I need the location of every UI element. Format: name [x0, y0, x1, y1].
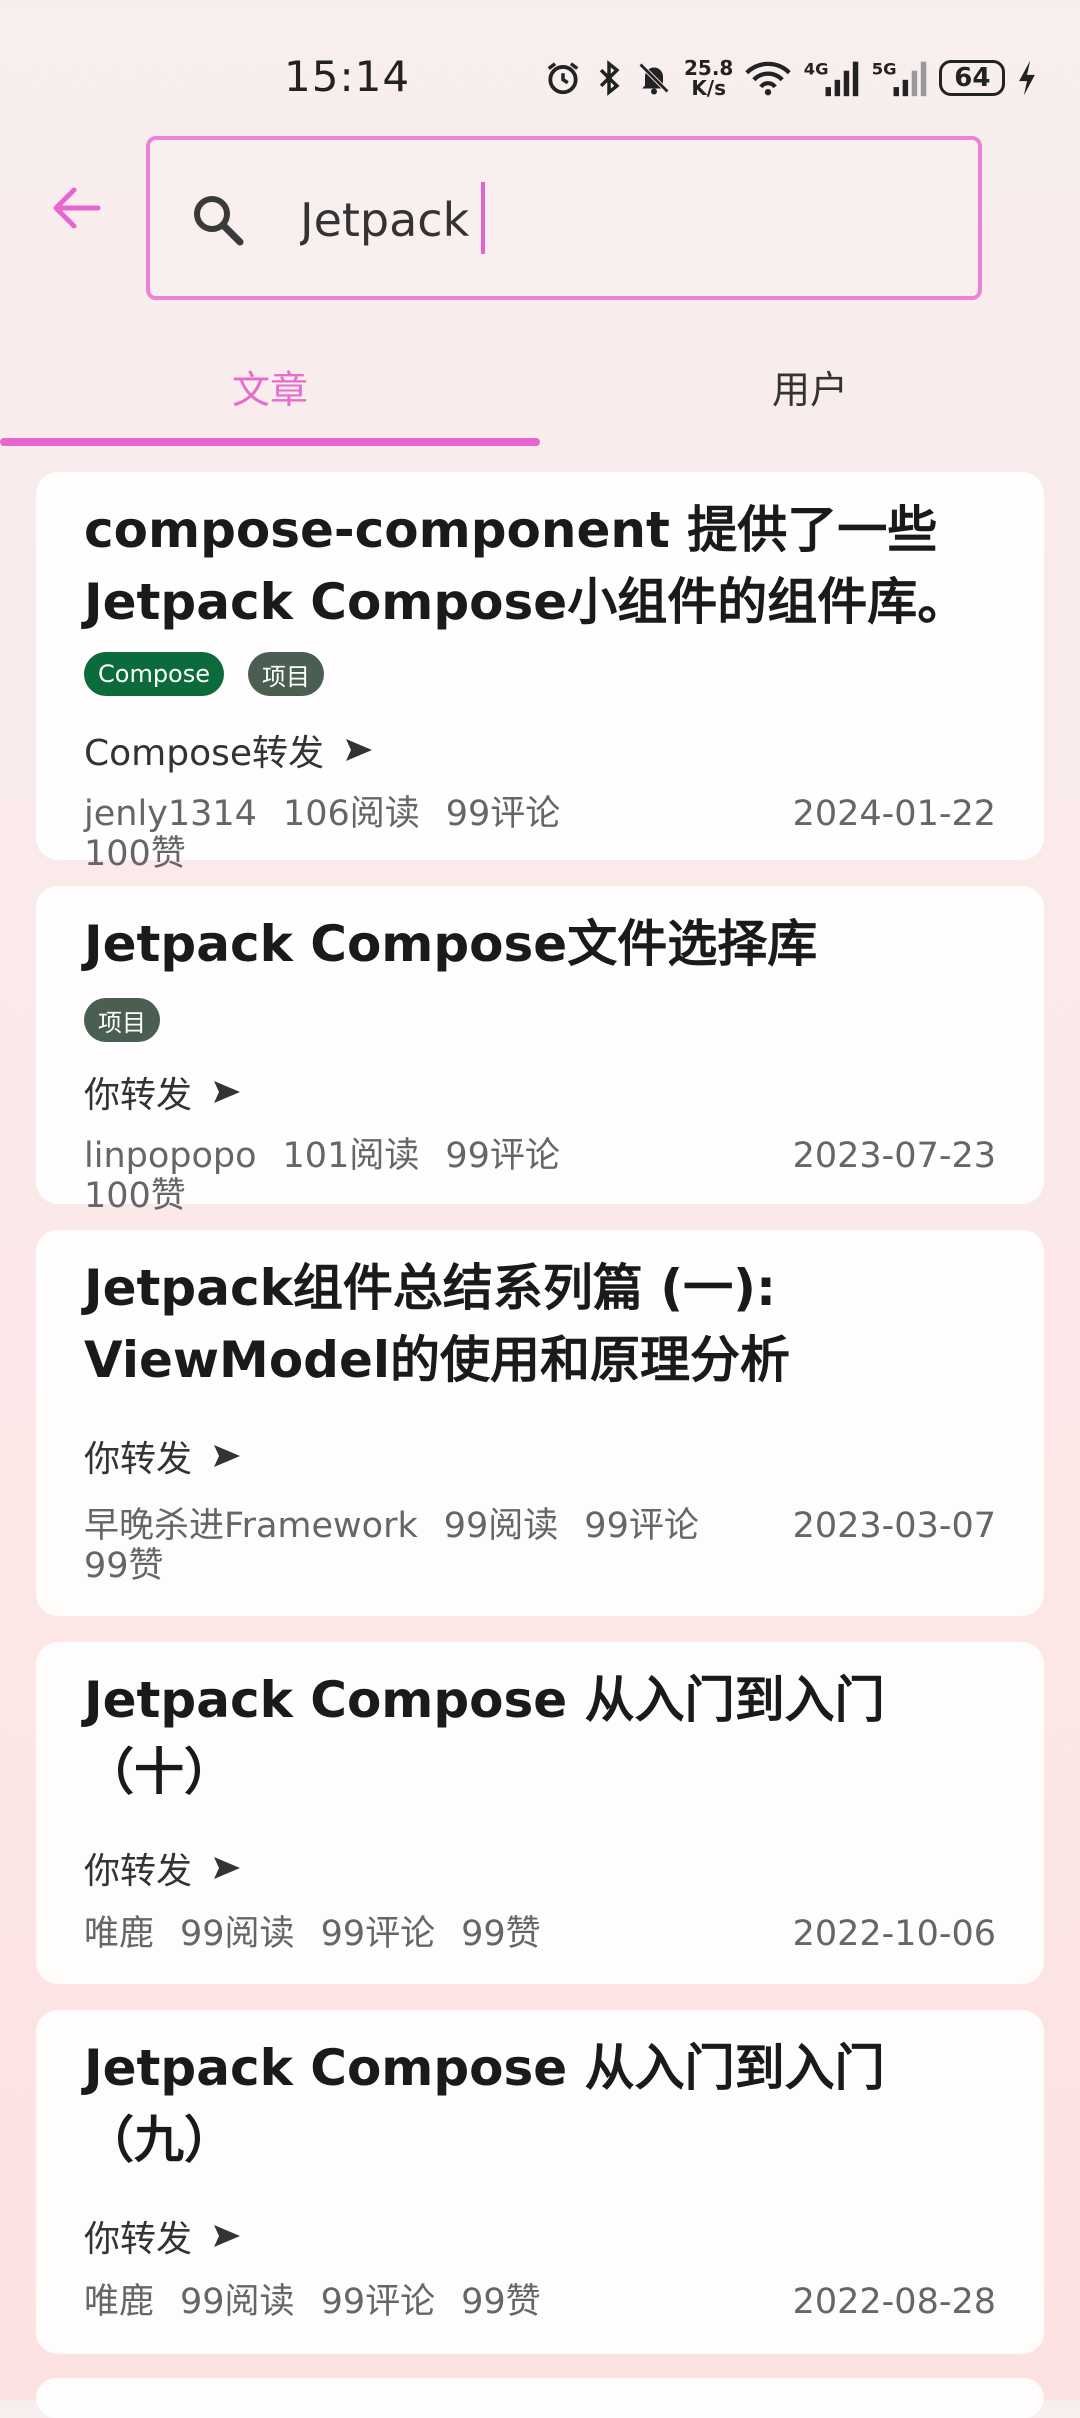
- article-date: 2024-01-22: [792, 794, 996, 834]
- net-speed-unit: K/s: [691, 76, 727, 100]
- back-button[interactable]: [44, 176, 108, 240]
- author-name[interactable]: linpopopo: [84, 1136, 257, 1176]
- article-title: Jetpack Compose 从入门到入门（九）: [84, 2039, 885, 2169]
- read-count: 99阅读: [443, 1506, 559, 1546]
- share-label: 你转发: [84, 1851, 193, 1892]
- net-speed: 25.8 K/s: [684, 58, 733, 98]
- signal2-label: 5G: [872, 59, 897, 78]
- share-arrow-icon: [346, 739, 373, 761]
- search-box[interactable]: [146, 136, 982, 300]
- article-meta: 唯鹿 99阅读 99评论 99赞: [84, 2282, 644, 2322]
- tag-list: 项目: [84, 998, 160, 1042]
- like-count: 100赞: [84, 834, 186, 874]
- status-bar: 15:14 25.8 K/s 4G 5G 64: [0, 0, 1080, 120]
- article-date: 2023-07-23: [792, 1136, 996, 1176]
- read-count: 106阅读: [282, 794, 420, 834]
- author-name[interactable]: 唯鹿: [84, 1914, 154, 1954]
- author-name[interactable]: 早晚杀进Framework: [84, 1506, 418, 1546]
- charging-icon: [1017, 56, 1037, 100]
- share-arrow-icon: [214, 1081, 241, 1103]
- article-card[interactable]: Jetpack Compose 从入门到入门（十） 你转发 唯鹿 99阅读 99评论…: [36, 1642, 1044, 1984]
- article-meta: 早晚杀进Framework 99阅读 99评论 99赞: [84, 1506, 734, 1586]
- status-time: 15:14: [284, 52, 411, 101]
- tab-articles[interactable]: 文章: [0, 330, 540, 442]
- tag-project[interactable]: 项目: [248, 652, 325, 696]
- battery-indicator: 64: [939, 60, 1006, 96]
- signal1-label: 4G: [804, 59, 829, 78]
- share-label: 你转发: [84, 1075, 193, 1116]
- article-card[interactable]: Jetpack Compose 从入门到入门（九） 你转发 唯鹿 99阅读 99评论…: [36, 2010, 1044, 2354]
- share-row[interactable]: Compose转发: [84, 724, 374, 776]
- article-date: 2023-03-07: [792, 1506, 996, 1546]
- search-icon: [194, 196, 244, 246]
- article-date: 2022-08-28: [792, 2282, 996, 2322]
- article-card[interactable]: Jetpack组件总结系列篇 (一): ViewModel的使用和原理分析 你转…: [36, 1230, 1044, 1616]
- share-arrow-icon: [214, 2225, 241, 2247]
- status-icons: 25.8 K/s 4G 5G 64: [544, 56, 1037, 100]
- search-input[interactable]: [300, 180, 920, 260]
- comment-count: 99评论: [320, 1914, 436, 1954]
- tab-indicator: [0, 438, 540, 446]
- mute-bell-icon: [636, 56, 672, 100]
- like-count: 99赞: [84, 1546, 164, 1586]
- net-speed-value: 25.8: [684, 56, 734, 80]
- like-count: 99赞: [461, 1914, 541, 1954]
- signal-4g-icon: 4G: [803, 56, 859, 100]
- arrow-back-icon: [53, 187, 101, 229]
- article-card[interactable]: Jetpack Compose文件选择库 项目 你转发 linpopopo 101…: [36, 886, 1044, 1216]
- share-arrow-icon: [214, 1857, 241, 1879]
- share-row[interactable]: 你转发: [84, 1430, 242, 1482]
- article-title: Jetpack组件总结系列篇 (一): ViewModel的使用和原理分析: [84, 1259, 791, 1389]
- share-label: Compose转发: [84, 733, 325, 774]
- comment-count: 99评论: [584, 1506, 699, 1546]
- comment-count: 99评论: [445, 1136, 560, 1176]
- share-row[interactable]: 你转发: [84, 1066, 242, 1118]
- tag-compose[interactable]: Compose: [84, 652, 225, 696]
- article-meta: 唯鹿 99阅读 99评论 99赞: [84, 1914, 644, 1954]
- article-meta: linpopopo 101阅读 99评论 100赞: [84, 1136, 644, 1216]
- comment-count: 99评论: [445, 794, 561, 834]
- article-title: Jetpack Compose 从入门到入门（十）: [84, 1671, 885, 1801]
- article-date: 2022-10-06: [792, 1914, 996, 1954]
- read-count: 101阅读: [282, 1136, 420, 1176]
- wifi-icon: [745, 56, 792, 100]
- article-card-partial[interactable]: [36, 2378, 1044, 2418]
- battery-level: 64: [954, 63, 991, 93]
- bluetooth-icon: [594, 56, 624, 100]
- author-name[interactable]: 唯鹿: [84, 2282, 154, 2322]
- tab-bar: 文章 用户: [0, 330, 1080, 450]
- share-label: 你转发: [84, 1439, 193, 1480]
- share-label: 你转发: [84, 2219, 193, 2260]
- read-count: 99阅读: [180, 1914, 295, 1954]
- tag-project[interactable]: 项目: [84, 998, 160, 1042]
- tag-list: Compose 项目: [84, 652, 325, 696]
- comment-count: 99评论: [320, 2282, 436, 2322]
- article-card[interactable]: compose-component 提供了一些 Jetpack Compose小…: [36, 472, 1044, 874]
- alarm-icon: [544, 56, 582, 100]
- article-title: Jetpack Compose文件选择库: [84, 915, 818, 973]
- signal-5g-icon: 5G: [871, 56, 927, 100]
- like-count: 99赞: [461, 2282, 541, 2322]
- text-cursor: [481, 182, 485, 254]
- read-count: 99阅读: [180, 2282, 295, 2322]
- author-name[interactable]: jenly1314: [84, 794, 257, 834]
- share-row[interactable]: 你转发: [84, 2210, 242, 2262]
- article-meta: jenly1314 106阅读 99评论 100赞: [84, 794, 644, 874]
- share-arrow-icon: [214, 1445, 241, 1467]
- tab-users[interactable]: 用户: [540, 330, 1080, 442]
- share-row[interactable]: 你转发: [84, 1842, 242, 1894]
- like-count: 100赞: [84, 1176, 186, 1216]
- article-title: compose-component 提供了一些 Jetpack Compose小…: [84, 501, 968, 631]
